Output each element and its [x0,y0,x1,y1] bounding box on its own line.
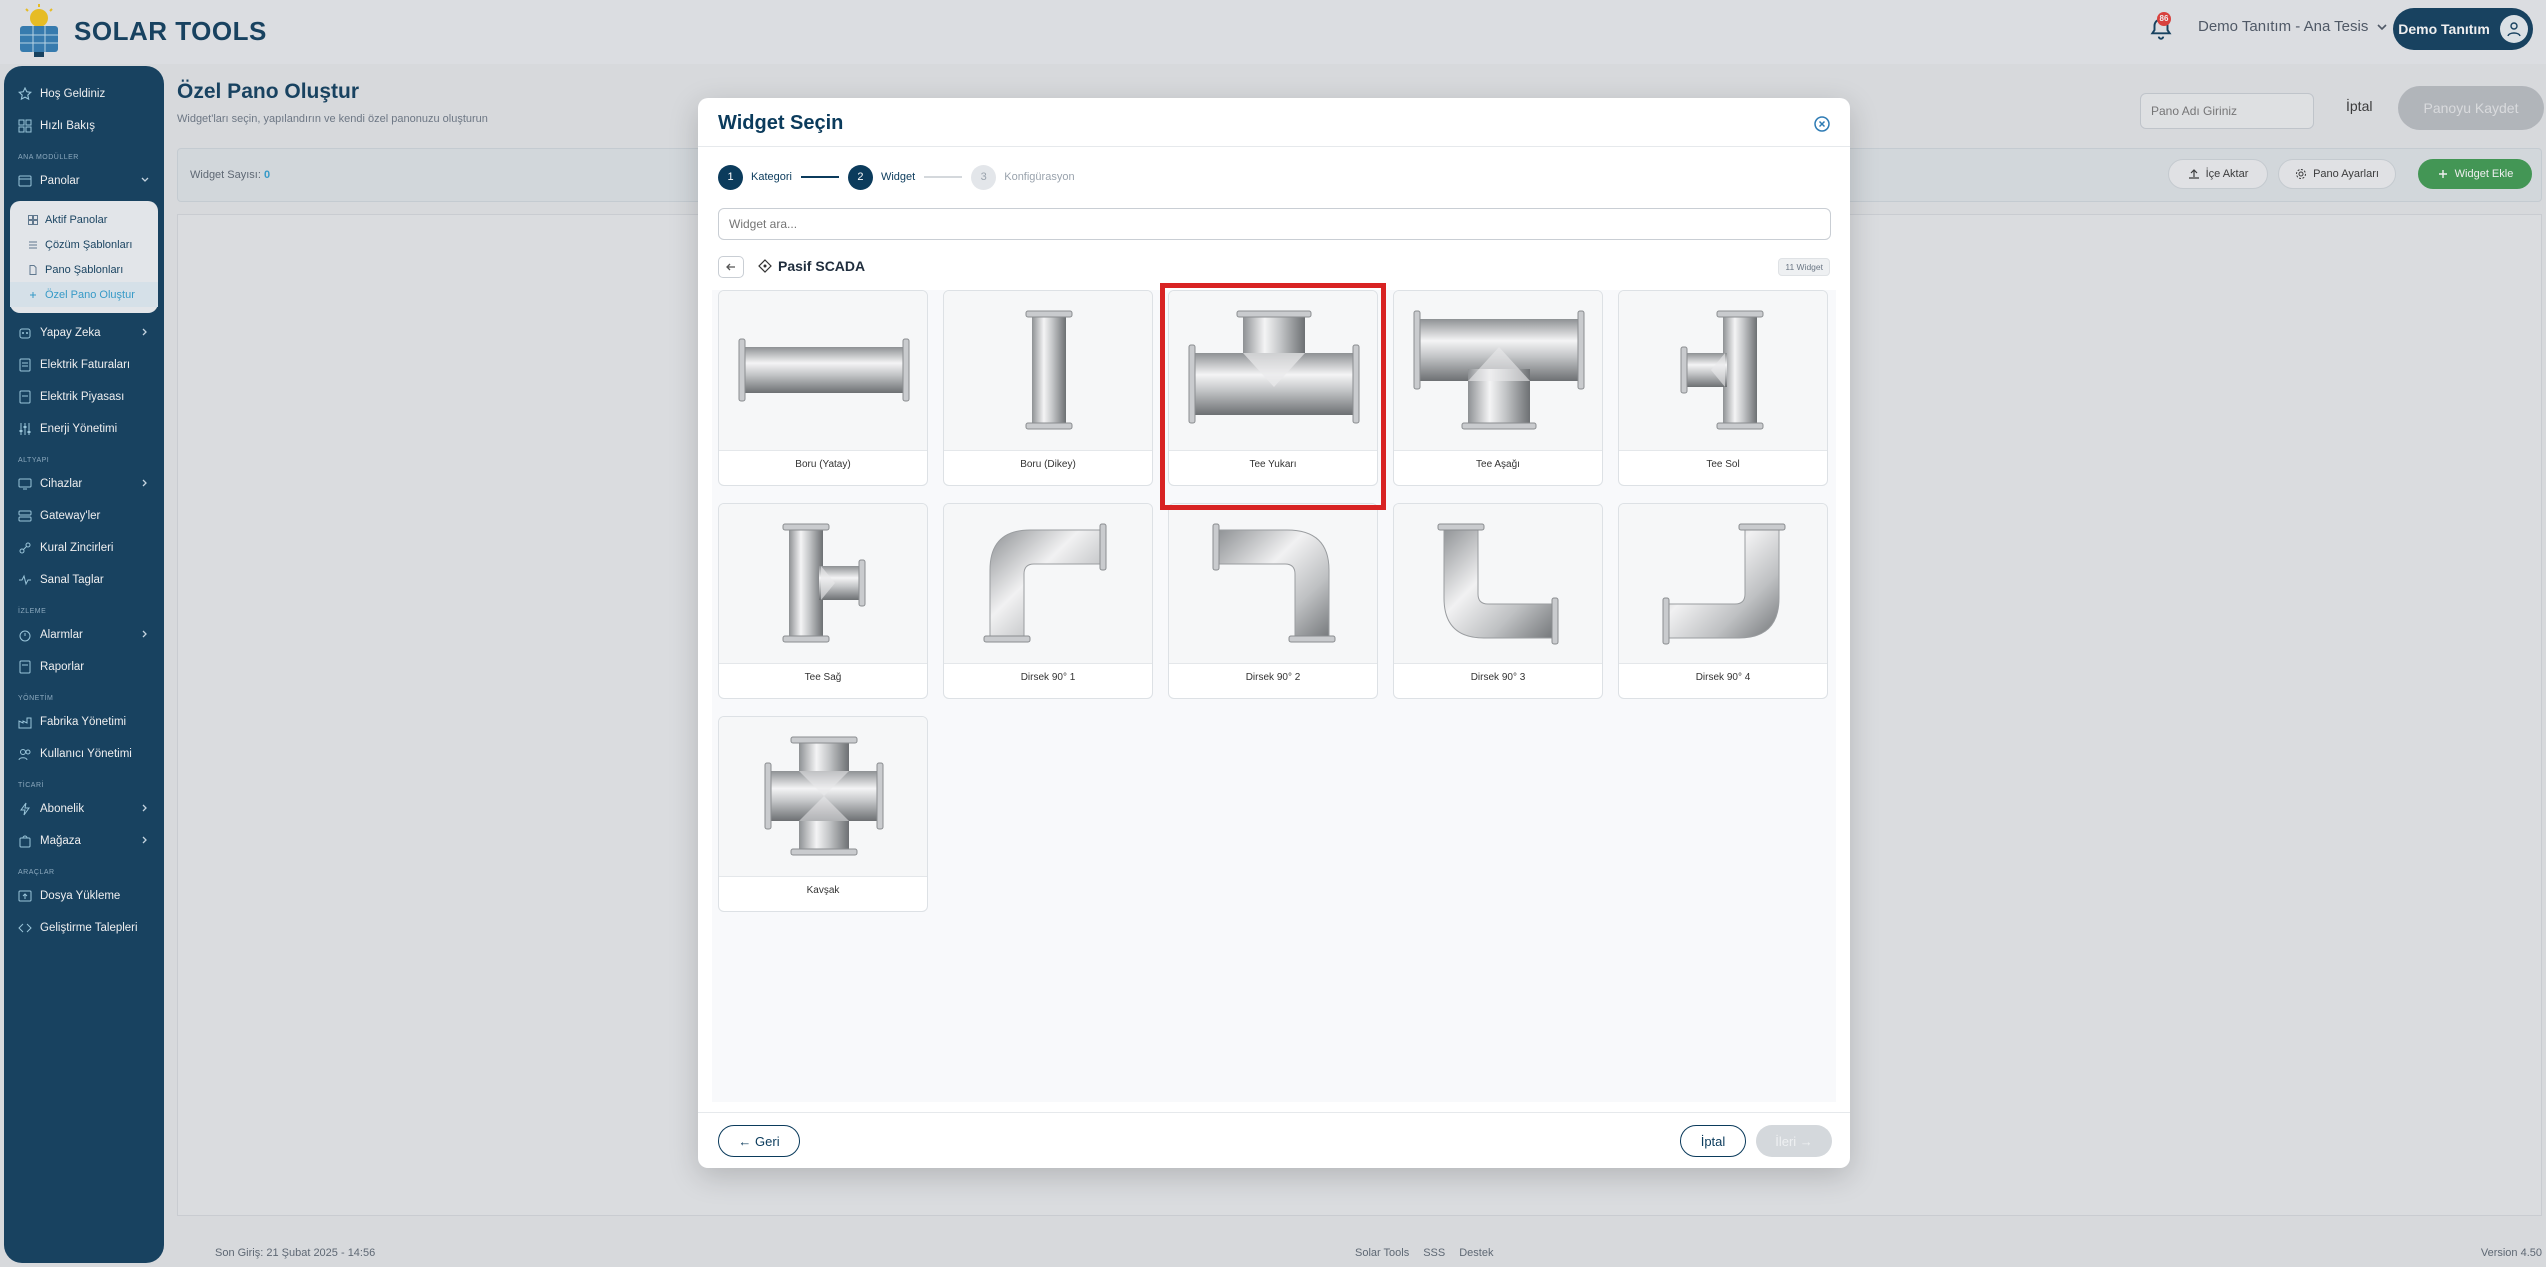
widget-card-pipe-horizontal[interactable]: Boru (Yatay) [718,290,928,486]
step-3-dot: 3 [971,164,997,190]
widget-card-tee-left[interactable]: Tee Sol [1618,290,1828,486]
pipe-horizontal-icon [738,338,910,402]
widget-preview [719,717,927,877]
arrow-left-icon [726,263,735,271]
widget-name: Dirsek 90° 3 [1470,672,1526,683]
widget-name: Tee Sol [1706,459,1740,470]
category-back-button[interactable] [718,256,744,278]
divider [698,1112,1850,1113]
step-2-dot[interactable]: 2 [847,164,873,190]
elbow-3-icon [1437,523,1559,645]
widget-name: Tee Aşağı [1476,459,1520,470]
stepper: 1 Kategori 2 Widget 3 Konfigürasyon [718,164,1075,190]
widget-name: Kavşak [806,885,840,896]
tee-down-icon [1413,310,1585,430]
step-connector [800,176,839,178]
widget-name: Boru (Yatay) [795,459,851,470]
tee-left-icon [1680,310,1764,430]
widget-preview [1394,504,1602,664]
elbow-1-icon [983,523,1107,643]
category-count-badge: 11 Widget [1778,258,1830,276]
widget-preview [719,504,927,664]
widget-preview [1169,504,1377,664]
pipe-vertical-icon [1025,310,1073,430]
widget-name: Boru (Dikey) [1020,459,1076,470]
widget-preview [1619,291,1827,451]
widget-name: Tee Sağ [804,672,842,683]
step-1-label: Kategori [751,171,792,183]
cross-icon [764,736,884,856]
widget-card-tee-down[interactable]: Tee Aşağı [1393,290,1603,486]
category-header: Pasif SCADA 11 Widget [712,252,1836,282]
category-title: Pasif SCADA [758,258,865,274]
elbow-4-icon [1662,523,1786,645]
back-button[interactable]: ← Geri [718,1125,800,1157]
scada-icon [758,259,772,273]
step-3-label: Konfigürasyon [1004,171,1075,183]
tee-right-icon [782,523,866,643]
widget-card-elbow-4[interactable]: Dirsek 90° 4 [1618,503,1828,699]
elbow-2-icon [1212,523,1336,643]
widget-card-elbow-3[interactable]: Dirsek 90° 3 [1393,503,1603,699]
widget-preview [944,291,1152,451]
step-1-dot[interactable]: 1 [718,164,743,190]
widget-preview [719,291,927,451]
cancel-button[interactable]: İptal [1680,1125,1746,1157]
category-name: Pasif SCADA [778,258,866,274]
step-2-label: Widget [880,171,916,183]
selection-highlight [1160,283,1386,510]
widget-select-modal: Widget Seçin 1 Kategori 2 Widget 3 Konfi… [698,98,1850,1168]
widget-card-elbow-2[interactable]: Dirsek 90° 2 [1168,503,1378,699]
close-icon[interactable] [1812,114,1832,134]
widget-name: Dirsek 90° 2 [1245,672,1301,683]
divider [698,146,1850,147]
widget-card-pipe-vertical[interactable]: Boru (Dikey) [943,290,1153,486]
widget-preview [1394,291,1602,451]
widget-card-tee-right[interactable]: Tee Sağ [718,503,928,699]
next-button[interactable]: İleri → [1756,1125,1832,1157]
widget-preview [1619,504,1827,664]
step-connector [924,176,963,178]
widget-search-input[interactable] [718,208,1831,240]
widget-name: Dirsek 90° 4 [1695,672,1751,683]
widget-card-elbow-1[interactable]: Dirsek 90° 1 [943,503,1153,699]
modal-title: Widget Seçin [718,112,844,134]
widget-card-cross[interactable]: Kavşak [718,716,928,912]
widget-preview [944,504,1152,664]
widget-name: Dirsek 90° 1 [1020,672,1076,683]
